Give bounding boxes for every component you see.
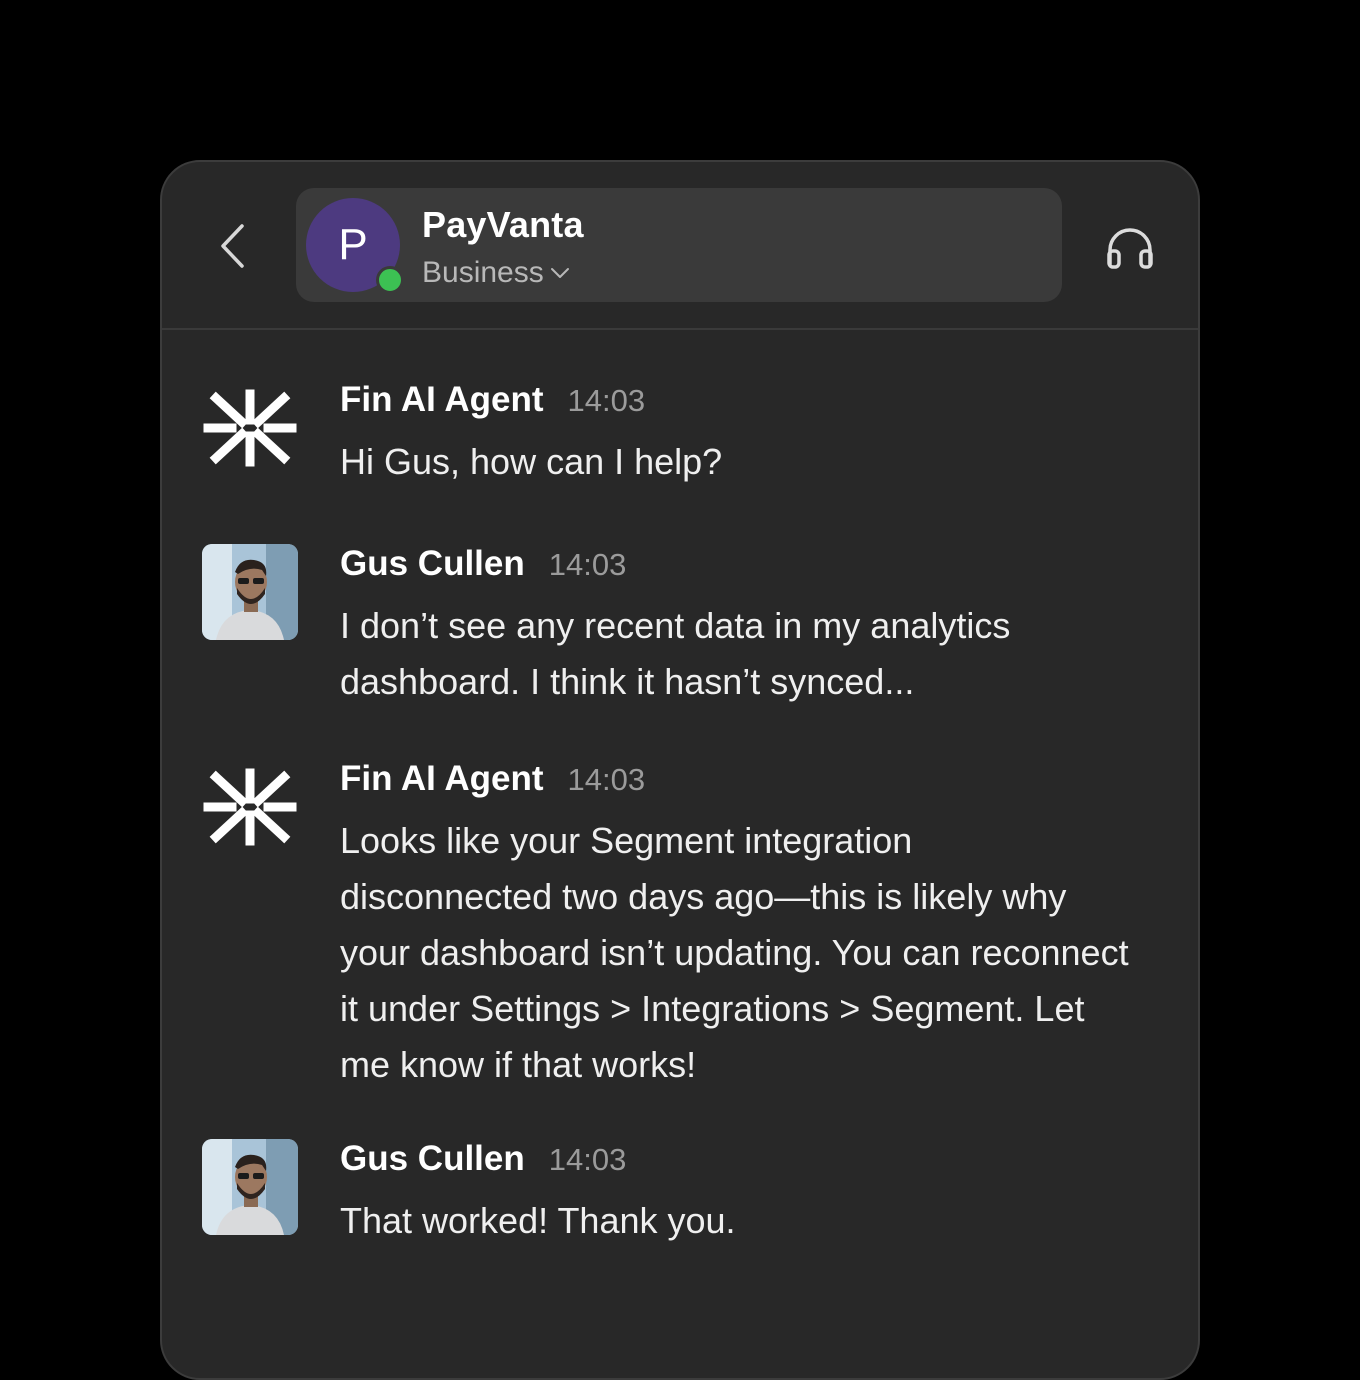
sender-name: Gus Cullen — [340, 544, 525, 583]
sender-name: Fin AI Agent — [340, 759, 544, 798]
company-name: PayVanta — [422, 204, 584, 245]
chat-message: Gus Cullen 14:03 That worked! Thank you. — [162, 1139, 1198, 1249]
message-time: 14:03 — [548, 1142, 627, 1177]
message-time: 14:03 — [548, 547, 627, 582]
support-button[interactable] — [1102, 220, 1158, 276]
agent-avatar — [202, 759, 298, 855]
fin-logo-icon — [203, 389, 297, 467]
fin-logo-icon — [203, 768, 297, 846]
user-photo — [202, 1139, 298, 1235]
message-time: 14:03 — [567, 762, 646, 797]
chat-panel: P PayVanta Business Fin AI Agent 14:03 H… — [160, 160, 1200, 1380]
message-text: Looks like your Segment integration disc… — [340, 820, 1129, 1085]
user-photo — [202, 544, 298, 640]
message-text: That worked! Thank you. — [340, 1200, 736, 1241]
message-header: Fin AI Agent 14:03 — [340, 759, 645, 799]
agent-avatar — [202, 380, 298, 476]
chat-message: Fin AI Agent 14:03 Hi Gus, how can I hel… — [162, 380, 1198, 490]
chat-header: P PayVanta Business — [162, 162, 1198, 330]
chat-message: Gus Cullen 14:03 I don’t see any recent … — [162, 544, 1198, 704]
sender-name: Gus Cullen — [340, 1139, 525, 1178]
chat-message: Fin AI Agent 14:03 Looks like your Segme… — [162, 759, 1198, 1089]
company-switcher[interactable]: P PayVanta Business — [296, 188, 1062, 302]
back-button[interactable] — [206, 214, 258, 278]
message-header: Gus Cullen 14:03 — [340, 544, 626, 584]
message-text: I don’t see any recent data in my analyt… — [340, 605, 1011, 702]
user-avatar — [202, 544, 298, 640]
chevron-left-icon — [221, 224, 244, 268]
plan-selector[interactable]: Business — [422, 256, 570, 290]
user-avatar — [202, 1139, 298, 1235]
message-text: Hi Gus, how can I help? — [340, 441, 723, 482]
plan-label: Business — [422, 256, 544, 289]
online-status-indicator — [376, 266, 404, 294]
headphones-icon — [1107, 228, 1153, 269]
message-header: Gus Cullen 14:03 — [340, 1139, 626, 1179]
company-initial: P — [338, 220, 368, 269]
message-header: Fin AI Agent 14:03 — [340, 380, 645, 420]
sender-name: Fin AI Agent — [340, 380, 544, 419]
message-time: 14:03 — [567, 383, 646, 418]
chevron-down-icon — [550, 268, 569, 278]
